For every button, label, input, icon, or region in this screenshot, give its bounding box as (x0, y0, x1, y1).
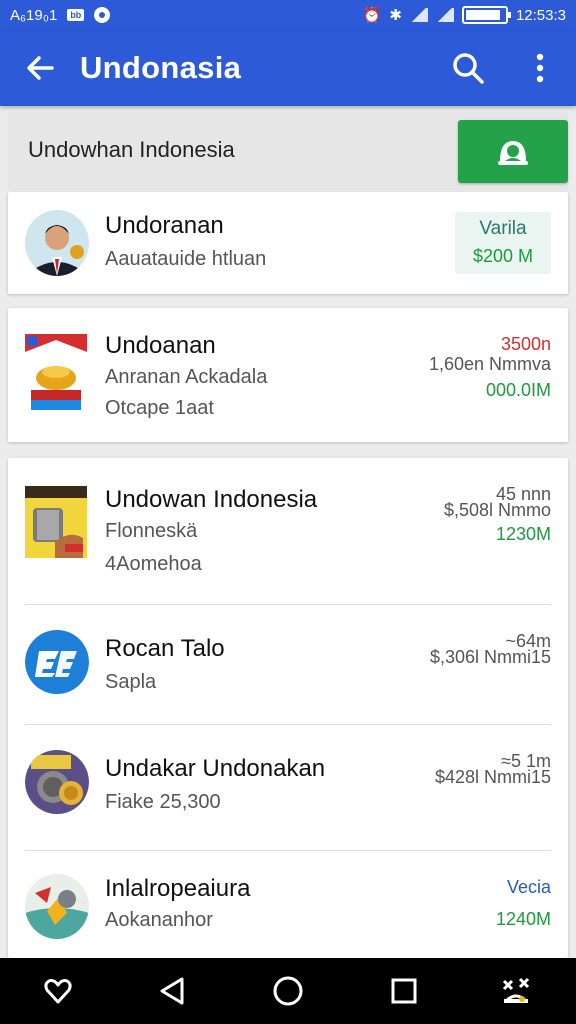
square-recents-icon (391, 978, 417, 1004)
brand-logo (25, 873, 89, 939)
item-subtitle: Aokananhor (105, 909, 213, 931)
item-subtitle: Aauatauide htluan (105, 248, 267, 270)
value-badge: Varila $200 M (455, 212, 551, 274)
record-icon (94, 7, 111, 23)
list-card[interactable]: Undoanan Anranan Ackadala Otcape 1aat 35… (8, 308, 568, 442)
notification-chip: bb (67, 9, 85, 21)
home-nav-button[interactable] (264, 967, 312, 1015)
add-account-button[interactable] (458, 120, 568, 183)
section-header-text: Undowhan Indonesia (28, 137, 235, 162)
app-bar: Undonasia (0, 30, 576, 106)
price-volume: $,306l Nmmi15 (429, 647, 551, 667)
price-value: 1240M (495, 909, 551, 929)
page-title: Undonasia (80, 50, 242, 85)
item-name: Rocan Talo (105, 635, 225, 662)
item-subtitle: Fiake 25,300 (105, 791, 221, 813)
arrow-left-icon (27, 56, 54, 80)
wifi-signal-icon (409, 8, 428, 22)
tools-nav-button[interactable] (492, 967, 540, 1015)
item-subtitle: Anranan Ackadala (105, 366, 268, 388)
status-bar: A₆19₀1 bb ⏰ ✱ 12:53:3 (0, 0, 576, 30)
price-volume: $,508l Nmmo (443, 500, 551, 520)
item-subtitle: Flonneskä (105, 520, 198, 542)
back-nav-button[interactable] (148, 967, 196, 1015)
system-nav-bar (0, 958, 576, 1024)
list-item[interactable]: Undowan Indonesia Flonneskä 4Aomehoa 45 … (8, 458, 568, 604)
search-button[interactable] (444, 44, 492, 92)
product-thumbnail (25, 486, 87, 558)
tools-icon (502, 977, 530, 1003)
list-card: Undowan Indonesia Flonneskä 4Aomehoa 45 … (8, 458, 568, 958)
price-change: Vecia (506, 877, 551, 897)
list-item[interactable]: Rocan Talo Sapla ~64m $,306l Nmmi15 (8, 605, 568, 723)
assistant-button[interactable] (34, 967, 82, 1015)
list-item[interactable]: Undakar Undonakan Fiake 25,300 ≈5 1m $42… (8, 725, 568, 849)
cell-signal-icon (435, 8, 454, 22)
list-card[interactable]: Undoranan Aauatauide htluan Varila $200 … (8, 192, 568, 294)
item-name: Undoanan (105, 332, 216, 359)
clock-text: 12:53:3 (515, 6, 566, 24)
circle-home-icon (273, 976, 303, 1006)
item-name: Undakar Undonakan (105, 755, 326, 782)
alarm-icon: ⏰ (362, 7, 382, 24)
carrier-text: A₆19₀1 (10, 6, 58, 24)
product-thumbnail (25, 334, 87, 414)
price-value: 1230M (495, 524, 551, 544)
item-name: Undoranan (105, 212, 224, 239)
section-header: Undowhan Indonesia (8, 110, 568, 190)
back-button[interactable] (0, 30, 80, 106)
item-name: Inlalropeaiura (105, 875, 251, 902)
triangle-back-icon (160, 977, 184, 1005)
value-badge-label: Varila (479, 218, 527, 239)
value-badge-amount: $200 M (472, 246, 534, 266)
overflow-menu-button[interactable] (516, 44, 564, 92)
item-subtitle-2: Otcape 1aat (105, 397, 214, 419)
bluetooth-icon: ✱ (389, 7, 402, 24)
brand-logo (25, 629, 89, 695)
search-icon (453, 53, 484, 84)
price-value: 000.0IM (485, 380, 551, 400)
price-change: 3500n (500, 334, 551, 354)
price-volume: $428l Nmmi15 (434, 767, 551, 787)
account-badge-icon (498, 140, 528, 165)
more-vertical-icon (536, 53, 544, 83)
list-item[interactable]: Inlalropeaiura Aokananhor Vecia 1240M (8, 851, 568, 958)
item-subtitle: Sapla (105, 671, 157, 693)
item-name: Undowan Indonesia (105, 486, 318, 513)
brand-logo (25, 749, 89, 815)
item-subtitle-2: 4Aomehoa (105, 553, 202, 575)
heart-chat-icon (44, 979, 72, 1004)
price-volume: 1,60en Nmmva (428, 354, 551, 374)
avatar (25, 210, 89, 276)
recents-nav-button[interactable] (380, 967, 428, 1015)
battery-icon (461, 6, 511, 24)
